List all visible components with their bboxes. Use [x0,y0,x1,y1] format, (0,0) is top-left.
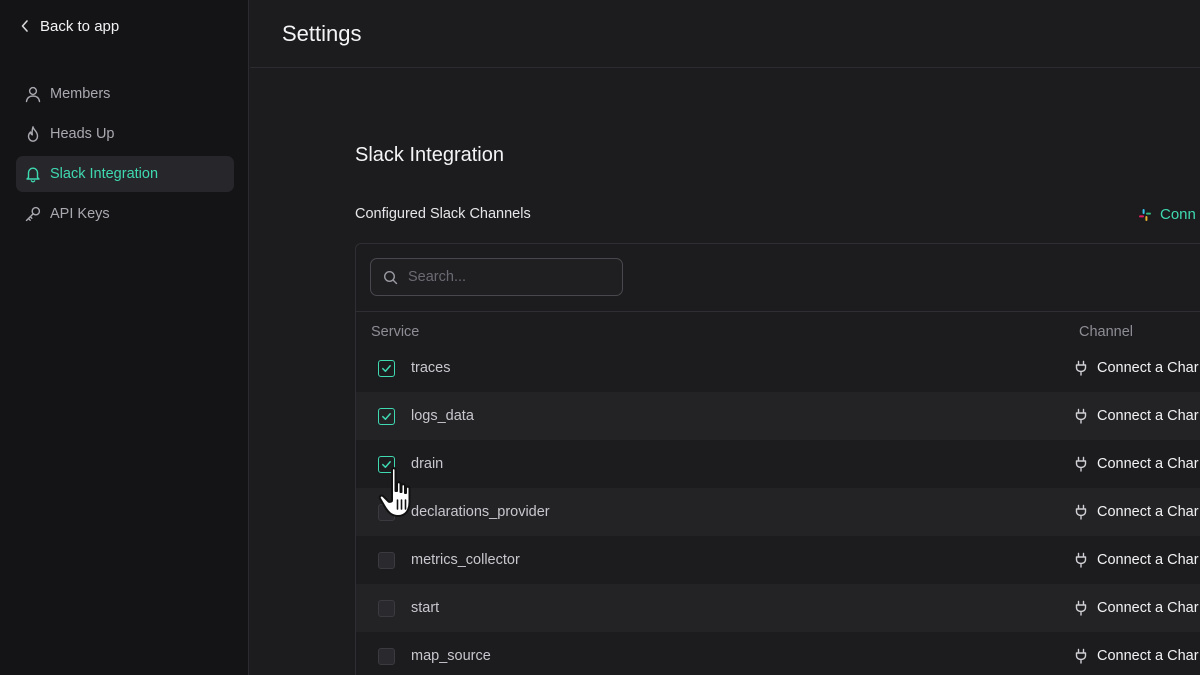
page-header: Settings [250,0,1200,68]
slack-icon [1139,208,1151,221]
column-header-service[interactable]: Service [371,324,419,340]
user-icon [25,86,41,103]
key-icon [25,206,41,222]
service-name: drain [411,456,444,472]
row-checkbox[interactable] [378,359,395,377]
table-toolbar [356,244,1200,312]
flame-icon [27,126,39,142]
plug-icon [1075,360,1087,376]
plug-icon [1075,408,1087,424]
connect-channel-label: Connect a Char [1097,552,1199,568]
configured-channels-label: Configured Slack Channels [355,206,531,222]
table-row: start Connect a Char [356,584,1200,632]
search-box[interactable] [370,258,623,296]
row-checkbox[interactable] [378,455,395,473]
sidebar-item-heads-up[interactable]: Heads Up [16,116,234,152]
row-checkbox[interactable] [378,647,395,665]
column-header-channel[interactable]: Channel [1079,324,1133,340]
sidebar-item-label: API Keys [50,206,110,222]
connect-channel-button[interactable]: Connect a Char [1074,600,1199,616]
table-row: metrics_collector Connect a Char [356,536,1200,584]
connect-channel-label: Connect a Char [1097,408,1199,424]
row-checkbox[interactable] [378,503,395,521]
sidebar-item-label: Members [50,86,111,102]
table-body: traces Connect a Char logs_data Connect … [356,344,1200,675]
back-label: Back to app [40,17,120,35]
table-row: declarations_provider Connect a Char [356,488,1200,536]
connect-channel-label: Connect a Char [1097,504,1199,520]
sidebar-item-members[interactable]: Members [16,76,234,112]
connect-channel-button[interactable]: Connect a Char [1074,504,1199,520]
connect-channel-button[interactable]: Connect a Char [1074,360,1199,376]
service-name: start [411,600,440,616]
service-name: traces [411,360,451,376]
search-input[interactable] [408,269,608,285]
plug-icon [1075,504,1087,520]
service-name: metrics_collector [411,552,520,568]
connect-channel-button[interactable]: Connect a Char [1074,648,1199,664]
table-row: map_source Connect a Char [356,632,1200,675]
check-icon [382,364,391,372]
table-row: logs_data Connect a Char [356,392,1200,440]
connect-channel-label: Connect a Char [1097,360,1199,376]
search-icon [383,270,398,284]
service-name: declarations_provider [411,504,550,520]
bell-icon [26,167,40,183]
sidebar-nav: Members Heads Up Slack Integration API K… [16,76,234,236]
page-title: Settings [282,21,362,46]
sidebar: Back to app Members Heads Up Slack Integ… [0,0,249,675]
connect-channel-button[interactable]: Connect a Char [1074,456,1199,472]
row-checkbox[interactable] [378,551,395,569]
connect-slack-label: Conn [1160,206,1196,223]
plug-icon [1075,552,1087,568]
plug-icon [1075,600,1087,616]
table-row: traces Connect a Char [356,344,1200,392]
connect-channel-label: Connect a Char [1097,600,1199,616]
row-checkbox[interactable] [378,407,395,425]
check-icon [382,412,391,420]
plug-icon [1075,456,1087,472]
connect-slack-button[interactable]: Conn [1138,206,1196,223]
sidebar-item-label: Heads Up [50,126,115,142]
section-title: Slack Integration [355,144,504,166]
service-name: map_source [411,648,491,664]
sidebar-item-slack-integration[interactable]: Slack Integration [16,156,234,192]
connect-channel-label: Connect a Char [1097,648,1199,664]
check-icon [382,460,391,468]
row-checkbox[interactable] [378,599,395,617]
table-row: drain Connect a Char [356,440,1200,488]
back-to-app-link[interactable]: Back to app [20,16,119,36]
connect-channel-label: Connect a Char [1097,456,1199,472]
plug-icon [1075,648,1087,664]
sidebar-item-api-keys[interactable]: API Keys [16,196,234,232]
service-name: logs_data [411,408,474,424]
connect-channel-button[interactable]: Connect a Char [1074,552,1199,568]
sidebar-item-label: Slack Integration [50,166,159,182]
connect-channel-button[interactable]: Connect a Char [1074,408,1199,424]
channels-table: Service Channel traces Connect a Char lo… [355,243,1200,675]
chevron-left-icon [21,20,28,32]
